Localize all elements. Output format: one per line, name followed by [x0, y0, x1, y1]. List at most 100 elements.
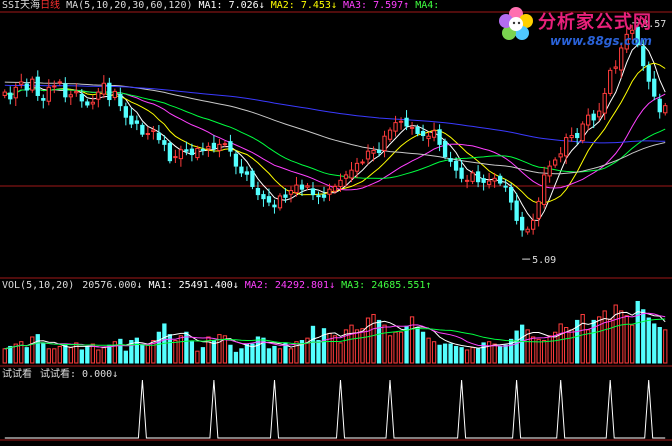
volume-bar	[420, 331, 426, 364]
candle-body	[553, 159, 558, 166]
volume-bar	[426, 337, 431, 364]
volume-bar	[310, 325, 316, 364]
volume-bar	[404, 325, 409, 364]
volume-bar	[41, 342, 46, 364]
volume-bar	[140, 344, 145, 364]
volume-bar	[503, 344, 508, 364]
candle-body	[365, 150, 371, 160]
candle-body	[503, 185, 508, 188]
candle-body	[35, 76, 40, 96]
candle-body	[250, 170, 255, 187]
candle-body	[387, 129, 393, 140]
candle-body	[608, 69, 613, 94]
volume-bar	[365, 317, 371, 364]
volume-bar	[57, 345, 62, 364]
candle-body	[145, 132, 151, 135]
candle-body	[569, 135, 574, 139]
volume-bar	[288, 348, 294, 364]
candle-body	[459, 167, 464, 179]
candle-body	[663, 105, 668, 114]
volume-bar	[338, 342, 343, 364]
volume-bar	[393, 331, 398, 364]
candle-body	[349, 169, 354, 179]
candle-body	[85, 101, 90, 106]
volume-bar	[68, 347, 73, 364]
volume-bar	[608, 318, 613, 364]
period-label[interactable]: 日线	[40, 0, 60, 11]
volume-bar	[266, 348, 272, 364]
candle-body	[360, 161, 365, 164]
vol-ma1-value: MA1: 25491.400↓	[148, 280, 239, 291]
candle-body	[338, 179, 343, 187]
candle-body	[613, 66, 618, 69]
candle-body	[426, 135, 431, 140]
volume-bar	[371, 313, 376, 364]
volume-bar	[409, 316, 415, 364]
candle-body	[189, 148, 195, 156]
candle-body	[404, 117, 409, 127]
volume-bar	[349, 324, 354, 364]
site-logo[interactable]: 分析家公式网 www.88gs.com	[498, 4, 668, 56]
volume-bar	[272, 345, 277, 364]
candle-body	[530, 219, 536, 230]
volume-bar	[652, 323, 657, 364]
candle-body	[79, 93, 84, 102]
volume-bar	[580, 313, 585, 364]
candle-body	[431, 130, 437, 138]
volume-value: 20576.000↓	[82, 280, 143, 291]
candle-body	[547, 165, 552, 177]
volume-bar	[486, 341, 492, 364]
volume-bar	[437, 344, 442, 364]
candle-body	[514, 200, 519, 221]
ma30-line	[4, 87, 666, 179]
candle-body	[586, 114, 591, 126]
volume-bar	[63, 344, 68, 364]
volume-bar	[657, 327, 662, 364]
volume-bar	[228, 344, 233, 364]
volume-bar	[442, 343, 448, 364]
volume-bar	[200, 347, 206, 364]
volume-bar	[431, 341, 437, 364]
candle-body	[63, 83, 68, 98]
volume-bar	[558, 323, 563, 364]
candle-body	[464, 179, 470, 182]
volume-bar	[536, 338, 541, 364]
candle-body	[129, 115, 134, 125]
volume-bar	[547, 335, 552, 364]
candle-body	[30, 78, 35, 91]
volume-bar	[195, 350, 200, 364]
volume-bar	[470, 347, 475, 364]
volume-bar	[294, 341, 299, 364]
candle-body	[178, 149, 184, 160]
test-value: 试试看: 0.000↓	[40, 369, 119, 380]
volume-bar	[327, 332, 332, 364]
candle-body	[437, 129, 442, 145]
candle-body	[244, 171, 250, 175]
volume-bar	[586, 329, 591, 364]
vol-ma3-value: MA3: 24685.551↑	[341, 280, 432, 291]
volume-bar	[569, 329, 574, 364]
volume-bar	[497, 345, 503, 364]
candle-body	[239, 166, 244, 174]
logo-text: 分析家公式网	[538, 12, 652, 33]
candle-body	[393, 122, 398, 132]
volume-bar	[646, 317, 651, 364]
candle-body	[470, 172, 475, 182]
volume-bar	[459, 347, 464, 364]
candle-body	[19, 81, 24, 85]
volume-bar	[542, 340, 547, 364]
candle-body	[13, 86, 18, 99]
volume-bar	[2, 348, 7, 364]
candle-body	[310, 188, 316, 196]
candle-body	[536, 200, 541, 219]
candle-body	[255, 187, 261, 196]
candle-body	[602, 92, 607, 114]
volume-bar	[387, 335, 393, 364]
volume-bar	[277, 348, 283, 364]
candle-body	[453, 160, 459, 171]
candle-body	[646, 65, 651, 82]
volume-bar	[453, 345, 459, 364]
candle-body	[294, 184, 299, 194]
volume-bar	[354, 329, 360, 364]
test-signal-line	[4, 379, 666, 439]
